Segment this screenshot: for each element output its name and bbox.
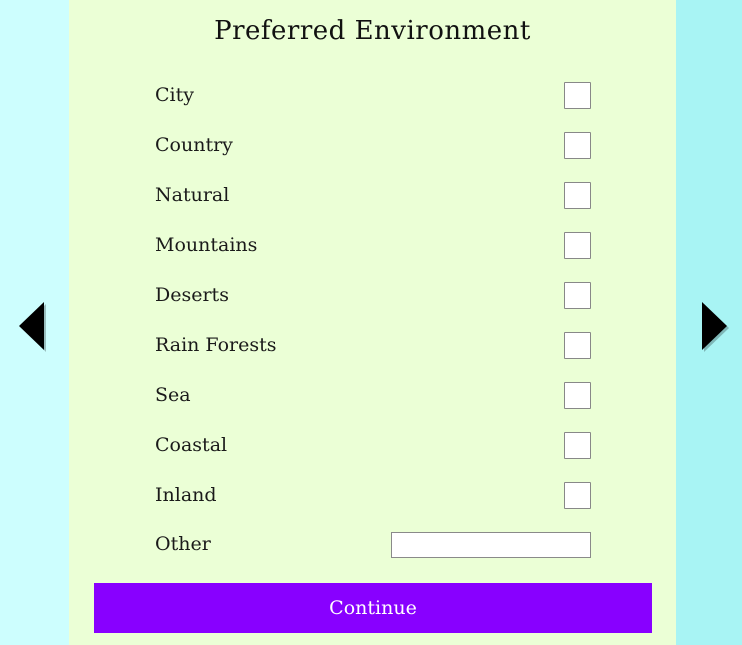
option-mountains: Mountains: [155, 232, 591, 272]
option-label: Coastal: [155, 434, 228, 456]
other-label: Other: [155, 533, 211, 555]
option-label: Rain Forests: [155, 334, 277, 356]
option-deserts: Deserts: [155, 282, 591, 322]
option-label: Natural: [155, 184, 230, 206]
continue-button[interactable]: Continue: [94, 583, 652, 633]
option-coastal: Coastal: [155, 432, 591, 472]
triangle-left-icon[interactable]: [17, 300, 47, 352]
option-inland: Inland: [155, 482, 591, 522]
option-rain-forests: Rain Forests: [155, 332, 591, 372]
page-title: Preferred Environment: [214, 16, 531, 46]
checkbox-sea[interactable]: [564, 382, 591, 409]
option-country: Country: [155, 132, 591, 172]
option-label: Deserts: [155, 284, 229, 306]
other-input[interactable]: [391, 532, 591, 558]
checkbox-country[interactable]: [564, 132, 591, 159]
option-label: Country: [155, 134, 233, 156]
option-label: Sea: [155, 384, 191, 406]
option-city: City: [155, 82, 591, 122]
checkbox-deserts[interactable]: [564, 282, 591, 309]
triangle-right-icon[interactable]: [699, 300, 729, 352]
checkbox-mountains[interactable]: [564, 232, 591, 259]
option-sea: Sea: [155, 382, 591, 422]
option-label: Mountains: [155, 234, 258, 256]
option-label: Inland: [155, 484, 217, 506]
checkbox-rain-forests[interactable]: [564, 332, 591, 359]
checkbox-natural[interactable]: [564, 182, 591, 209]
checkbox-inland[interactable]: [564, 482, 591, 509]
form-panel: Preferred Environment City Country Natur…: [69, 0, 676, 645]
checkbox-city[interactable]: [564, 82, 591, 109]
option-natural: Natural: [155, 182, 591, 222]
checkbox-coastal[interactable]: [564, 432, 591, 459]
option-label: City: [155, 84, 194, 106]
